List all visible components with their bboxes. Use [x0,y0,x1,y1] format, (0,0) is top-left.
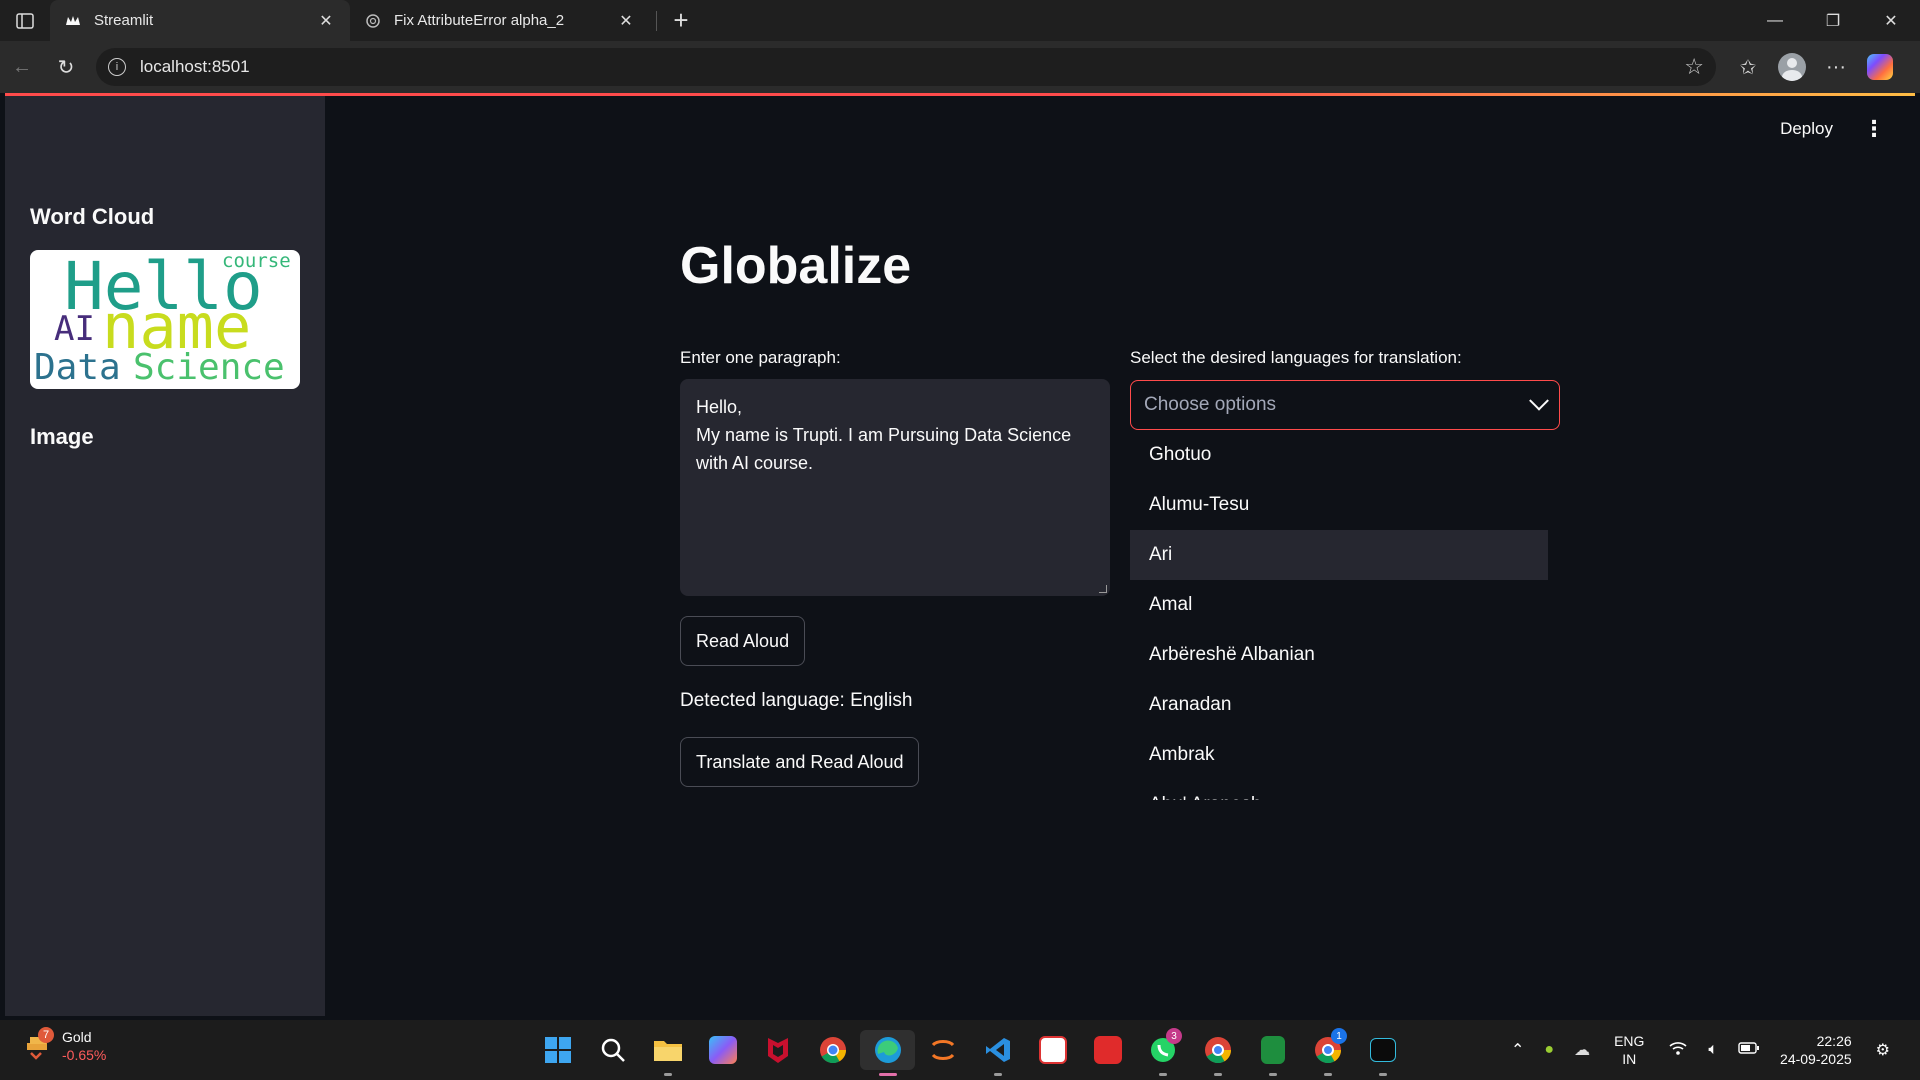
word-cloud-word: Data [34,347,121,388]
paragraph-label: Enter one paragraph: [680,348,841,367]
dropdown-option-highlighted[interactable]: Ari [1130,530,1548,580]
translate-read-aloud-button[interactable]: Translate and Read Aloud [680,737,920,787]
streamlit-app: Word Cloud Hello name AI course Data Sci… [5,96,1915,1016]
snipping-tool-icon[interactable] [1025,1030,1080,1070]
browser-tab-bar: Streamlit ✕ Fix AttributeError alpha_2 ✕… [0,0,1920,41]
dropdown-option[interactable]: Ghotuo [1130,430,1548,480]
gold-icon: 7 [24,1027,54,1061]
dropdown-option[interactable]: Amal [1130,580,1548,630]
main-menu-icon[interactable]: ⋮ [1863,116,1885,142]
wps-office-icon[interactable] [1080,1030,1135,1070]
word-cloud-heading: Word Cloud [30,204,155,229]
whatsapp-icon[interactable]: 3 [1135,1028,1190,1076]
openai-icon [364,12,382,30]
widgets-button[interactable]: 7 Gold -0.65% [24,1027,107,1064]
sidebar: Word Cloud Hello name AI course Data Sci… [5,96,325,1016]
resize-handle-icon[interactable] [1099,585,1107,593]
read-aloud-button[interactable]: Read Aloud [680,616,806,666]
region-code: IN [1622,1051,1637,1067]
word-cloud-word: course [222,250,291,272]
search-icon[interactable] [585,1030,640,1070]
reload-icon[interactable]: ↻ [44,47,88,87]
language-dropdown-list: Ghotuo Alumu-Tesu Ari Amal Arbëreshë Alb… [1130,430,1560,800]
chevron-up-icon[interactable]: ⌃ [1511,1040,1524,1060]
page-title: Globalize [680,237,912,295]
address-bar-row: ← ↻ i localhost:8501 ☆ ✩ ··· [0,41,1920,93]
wifi-icon[interactable] [1668,1040,1688,1061]
window-controls: — ❐ ✕ [1746,0,1920,41]
copilot-app-icon[interactable] [695,1030,750,1070]
languages-label: Select the desired languages for transla… [1130,348,1462,367]
widget-value: -0.65% [62,1047,107,1063]
word-cloud-image: Hello name AI course Data Science [30,250,300,389]
tab-title: Streamlit [94,12,154,29]
tab-title: Fix AttributeError alpha_2 [394,12,565,29]
sidebar-toggle-icon[interactable] [0,0,50,41]
languages-multiselect[interactable]: Choose options [1130,380,1560,430]
url-field[interactable]: i localhost:8501 ☆ [96,48,1716,86]
file-explorer-icon[interactable] [640,1030,695,1076]
favorite-star-icon[interactable]: ☆ [1684,54,1704,80]
paragraph-textarea[interactable]: Hello, My name is Trupti. I am Pursuing … [680,379,1110,596]
widget-title: Gold [62,1029,92,1045]
taskbar-apps: 3 1 [530,1028,1410,1076]
tab-divider [656,10,657,31]
widget-badge: 7 [38,1027,54,1043]
tray-app-icon[interactable]: ● [1544,1041,1554,1059]
volume-icon[interactable]: 🔈︎ [1708,1041,1718,1059]
tab-chatgpt[interactable]: Fix AttributeError alpha_2 ✕ [350,0,650,41]
time-text: 22:26 [1816,1033,1852,1049]
system-tray: ⌃ ● ☁ ENG IN 🔈︎ 22:26 24-09-2025 ⚙ [1501,1020,1900,1080]
notification-badge: 3 [1166,1028,1182,1044]
streamlit-crown-icon [64,12,82,30]
mcafee-icon[interactable] [750,1030,805,1070]
tab-streamlit[interactable]: Streamlit ✕ [50,0,350,41]
jupyter-icon[interactable] [915,1030,970,1070]
onedrive-icon[interactable]: ☁ [1574,1040,1590,1060]
app-toolbar: Deploy ⋮ [1780,116,1885,142]
dropdown-option[interactable]: Abu' Arapesh [1130,780,1548,800]
new-tab-icon[interactable]: + [663,3,699,39]
more-options-icon[interactable]: ··· [1814,47,1858,87]
profile-icon[interactable] [1770,47,1814,87]
deploy-button[interactable]: Deploy [1780,119,1833,139]
windows-taskbar: 7 Gold -0.65% 3 1 ⌃ ● ☁ ENG IN 🔈︎ 22:26 … [0,1020,1920,1080]
chrome-profile-2-icon[interactable]: 1 [1300,1028,1355,1076]
word-cloud-word: Science [133,347,285,388]
notification-badge: 1 [1331,1028,1347,1044]
sheets-icon[interactable] [1245,1030,1300,1076]
url-text: localhost:8501 [140,57,250,76]
site-info-icon[interactable]: i [108,58,126,76]
detected-language-text: Detected language: English [680,690,913,711]
dropdown-option[interactable]: Arbëreshë Albanian [1130,630,1548,680]
word-cloud-word: AI [54,309,95,349]
back-icon[interactable]: ← [0,47,44,87]
input-language-indicator[interactable]: ENG IN [1614,1032,1644,1068]
multiselect-placeholder: Choose options [1144,394,1277,415]
close-window-icon[interactable]: ✕ [1862,0,1920,41]
avatar [1778,53,1806,81]
dropdown-option[interactable]: Aranadan [1130,680,1548,730]
dropdown-option[interactable]: Ambrak [1130,730,1548,780]
language-code: ENG [1614,1033,1645,1049]
chrome-profile-icon[interactable] [1190,1030,1245,1076]
close-tab-icon[interactable]: ✕ [316,11,336,31]
screen-recorder-icon[interactable] [1355,1030,1410,1076]
edge-icon[interactable] [860,1030,915,1076]
restore-icon[interactable]: ❐ [1804,0,1862,41]
image-heading: Image [30,424,94,449]
minimize-icon[interactable]: — [1746,0,1804,41]
windows-start-icon[interactable] [530,1030,585,1070]
date-text: 24-09-2025 [1780,1051,1852,1067]
vscode-icon[interactable] [970,1030,1025,1076]
dropdown-option[interactable]: Alumu-Tesu [1130,480,1548,530]
favorites-icon[interactable]: ✩ [1726,47,1770,87]
copilot-icon[interactable] [1858,47,1902,87]
close-tab-icon[interactable]: ✕ [616,11,636,31]
chevron-down-icon[interactable] [1529,390,1549,411]
chrome-icon[interactable] [805,1030,860,1070]
notifications-icon[interactable]: ⚙ [1876,1040,1890,1060]
battery-icon[interactable] [1738,1041,1760,1060]
clock[interactable]: 22:26 24-09-2025 [1780,1032,1852,1068]
